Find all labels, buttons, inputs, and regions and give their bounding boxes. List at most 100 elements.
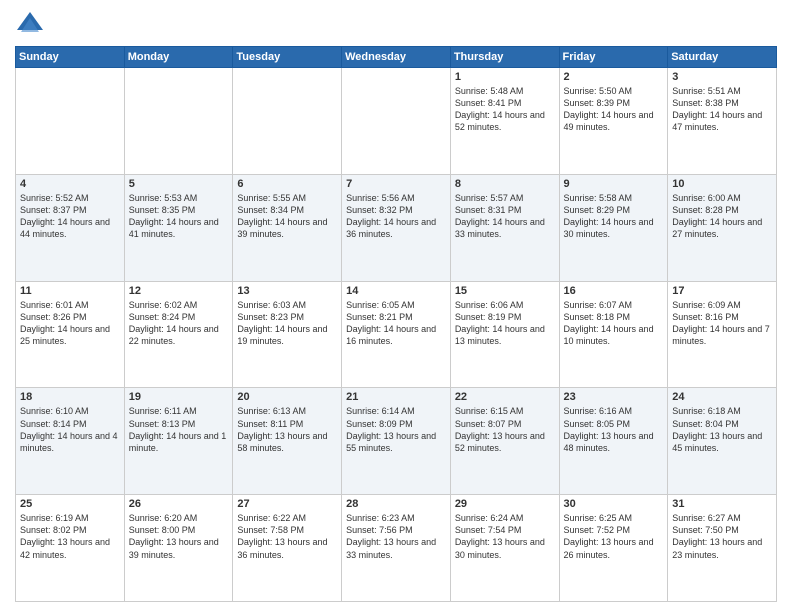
day-number: 12 xyxy=(129,285,229,297)
day-cell: 13 Sunrise: 6:03 AM Sunset: 8:23 PM Dayli… xyxy=(233,281,342,388)
day-number: 5 xyxy=(129,178,229,190)
day-number: 30 xyxy=(564,498,664,510)
week-row-4: 25 Sunrise: 6:19 AM Sunset: 8:02 PM Dayli… xyxy=(16,495,777,602)
day-info: Sunrise: 6:00 AM Sunset: 8:28 PM Dayligh… xyxy=(672,192,772,241)
day-number: 11 xyxy=(20,285,120,297)
day-info: Sunrise: 6:01 AM Sunset: 8:26 PM Dayligh… xyxy=(20,299,120,348)
day-cell: 29 Sunrise: 6:24 AM Sunset: 7:54 PM Dayli… xyxy=(450,495,559,602)
week-row-3: 18 Sunrise: 6:10 AM Sunset: 8:14 PM Dayli… xyxy=(16,388,777,495)
day-info: Sunrise: 6:02 AM Sunset: 8:24 PM Dayligh… xyxy=(129,299,229,348)
day-cell: 28 Sunrise: 6:23 AM Sunset: 7:56 PM Dayli… xyxy=(342,495,451,602)
weekday-sunday: Sunday xyxy=(16,47,125,68)
day-cell: 14 Sunrise: 6:05 AM Sunset: 8:21 PM Dayli… xyxy=(342,281,451,388)
day-number: 4 xyxy=(20,178,120,190)
day-cell: 5 Sunrise: 5:53 AM Sunset: 8:35 PM Daylig… xyxy=(124,174,233,281)
calendar-table: SundayMondayTuesdayWednesdayThursdayFrid… xyxy=(15,46,777,602)
day-cell: 12 Sunrise: 6:02 AM Sunset: 8:24 PM Dayli… xyxy=(124,281,233,388)
day-cell: 9 Sunrise: 5:58 AM Sunset: 8:29 PM Daylig… xyxy=(559,174,668,281)
day-number: 7 xyxy=(346,178,446,190)
day-number: 16 xyxy=(564,285,664,297)
day-cell: 23Sunrise: 6:16 AM Sunset: 8:05 PM Dayli… xyxy=(559,388,668,495)
weekday-friday: Friday xyxy=(559,47,668,68)
day-number: 21 xyxy=(346,391,446,403)
weekday-saturday: Saturday xyxy=(668,47,777,68)
weekday-tuesday: Tuesday xyxy=(233,47,342,68)
day-cell: 2 Sunrise: 5:50 AM Sunset: 8:39 PM Daylig… xyxy=(559,68,668,175)
day-info: Sunrise: 6:03 AM Sunset: 8:23 PM Dayligh… xyxy=(237,299,337,348)
day-info: Sunrise: 6:09 AM Sunset: 8:16 PM Dayligh… xyxy=(672,299,772,348)
day-number: 14 xyxy=(346,285,446,297)
day-cell: 8Sunrise: 5:57 AM Sunset: 8:31 PM Daylig… xyxy=(450,174,559,281)
day-cell: 30 Sunrise: 6:25 AM Sunset: 7:52 PM Dayli… xyxy=(559,495,668,602)
day-cell: 19Sunrise: 6:11 AM Sunset: 8:13 PM Dayli… xyxy=(124,388,233,495)
day-number: 17 xyxy=(672,285,772,297)
logo-icon xyxy=(15,10,45,38)
day-info: Sunrise: 6:13 AM Sunset: 8:11 PM Dayligh… xyxy=(237,405,337,454)
day-info: Sunrise: 6:18 AM Sunset: 8:04 PM Dayligh… xyxy=(672,405,772,454)
day-info: Sunrise: 6:19 AM Sunset: 8:02 PM Dayligh… xyxy=(20,512,120,561)
week-row-0: 1Sunrise: 5:48 AM Sunset: 8:41 PM Daylig… xyxy=(16,68,777,175)
week-row-2: 11 Sunrise: 6:01 AM Sunset: 8:26 PM Dayli… xyxy=(16,281,777,388)
day-number: 22 xyxy=(455,391,555,403)
day-cell: 26 Sunrise: 6:20 AM Sunset: 8:00 PM Dayli… xyxy=(124,495,233,602)
day-cell xyxy=(124,68,233,175)
day-number: 31 xyxy=(672,498,772,510)
day-cell: 6 Sunrise: 5:55 AM Sunset: 8:34 PM Daylig… xyxy=(233,174,342,281)
day-cell: 3Sunrise: 5:51 AM Sunset: 8:38 PM Daylig… xyxy=(668,68,777,175)
day-info: Sunrise: 5:53 AM Sunset: 8:35 PM Dayligh… xyxy=(129,192,229,241)
day-cell: 22 Sunrise: 6:15 AM Sunset: 8:07 PM Dayli… xyxy=(450,388,559,495)
day-cell: 10Sunrise: 6:00 AM Sunset: 8:28 PM Dayli… xyxy=(668,174,777,281)
day-cell: 17 Sunrise: 6:09 AM Sunset: 8:16 PM Dayli… xyxy=(668,281,777,388)
day-info: Sunrise: 6:15 AM Sunset: 8:07 PM Dayligh… xyxy=(455,405,555,454)
week-row-1: 4 Sunrise: 5:52 AM Sunset: 8:37 PM Daylig… xyxy=(16,174,777,281)
day-cell: 7 Sunrise: 5:56 AM Sunset: 8:32 PM Daylig… xyxy=(342,174,451,281)
day-number: 29 xyxy=(455,498,555,510)
weekday-monday: Monday xyxy=(124,47,233,68)
day-number: 23 xyxy=(564,391,664,403)
logo xyxy=(15,10,49,38)
day-info: Sunrise: 5:51 AM Sunset: 8:38 PM Dayligh… xyxy=(672,85,772,134)
day-info: Sunrise: 6:25 AM Sunset: 7:52 PM Dayligh… xyxy=(564,512,664,561)
day-info: Sunrise: 6:22 AM Sunset: 7:58 PM Dayligh… xyxy=(237,512,337,561)
day-info: Sunrise: 6:07 AM Sunset: 8:18 PM Dayligh… xyxy=(564,299,664,348)
day-cell: 21 Sunrise: 6:14 AM Sunset: 8:09 PM Dayli… xyxy=(342,388,451,495)
day-info: Sunrise: 5:50 AM Sunset: 8:39 PM Dayligh… xyxy=(564,85,664,134)
day-number: 9 xyxy=(564,178,664,190)
day-cell xyxy=(342,68,451,175)
day-cell: 27 Sunrise: 6:22 AM Sunset: 7:58 PM Dayli… xyxy=(233,495,342,602)
day-number: 1 xyxy=(455,71,555,83)
day-number: 27 xyxy=(237,498,337,510)
day-info: Sunrise: 6:24 AM Sunset: 7:54 PM Dayligh… xyxy=(455,512,555,561)
day-number: 26 xyxy=(129,498,229,510)
day-cell: 11 Sunrise: 6:01 AM Sunset: 8:26 PM Dayli… xyxy=(16,281,125,388)
day-info: Sunrise: 6:23 AM Sunset: 7:56 PM Dayligh… xyxy=(346,512,446,561)
day-cell: 25 Sunrise: 6:19 AM Sunset: 8:02 PM Dayli… xyxy=(16,495,125,602)
day-cell: 18 Sunrise: 6:10 AM Sunset: 8:14 PM Dayli… xyxy=(16,388,125,495)
day-info: Sunrise: 5:52 AM Sunset: 8:37 PM Dayligh… xyxy=(20,192,120,241)
day-number: 18 xyxy=(20,391,120,403)
day-info: Sunrise: 5:56 AM Sunset: 8:32 PM Dayligh… xyxy=(346,192,446,241)
day-info: Sunrise: 5:58 AM Sunset: 8:29 PM Dayligh… xyxy=(564,192,664,241)
day-cell: 15Sunrise: 6:06 AM Sunset: 8:19 PM Dayli… xyxy=(450,281,559,388)
day-info: Sunrise: 6:14 AM Sunset: 8:09 PM Dayligh… xyxy=(346,405,446,454)
day-cell: 16 Sunrise: 6:07 AM Sunset: 8:18 PM Dayli… xyxy=(559,281,668,388)
day-cell xyxy=(16,68,125,175)
day-info: Sunrise: 6:11 AM Sunset: 8:13 PM Dayligh… xyxy=(129,405,229,454)
day-info: Sunrise: 5:55 AM Sunset: 8:34 PM Dayligh… xyxy=(237,192,337,241)
day-cell: 20Sunrise: 6:13 AM Sunset: 8:11 PM Dayli… xyxy=(233,388,342,495)
day-number: 2 xyxy=(564,71,664,83)
day-cell: 24Sunrise: 6:18 AM Sunset: 8:04 PM Dayli… xyxy=(668,388,777,495)
day-number: 13 xyxy=(237,285,337,297)
day-number: 28 xyxy=(346,498,446,510)
day-cell: 4 Sunrise: 5:52 AM Sunset: 8:37 PM Daylig… xyxy=(16,174,125,281)
weekday-thursday: Thursday xyxy=(450,47,559,68)
day-number: 25 xyxy=(20,498,120,510)
weekday-header-row: SundayMondayTuesdayWednesdayThursdayFrid… xyxy=(16,47,777,68)
day-info: Sunrise: 6:20 AM Sunset: 8:00 PM Dayligh… xyxy=(129,512,229,561)
day-number: 6 xyxy=(237,178,337,190)
weekday-wednesday: Wednesday xyxy=(342,47,451,68)
day-info: Sunrise: 6:05 AM Sunset: 8:21 PM Dayligh… xyxy=(346,299,446,348)
day-number: 15 xyxy=(455,285,555,297)
day-cell: 31Sunrise: 6:27 AM Sunset: 7:50 PM Dayli… xyxy=(668,495,777,602)
day-info: Sunrise: 6:10 AM Sunset: 8:14 PM Dayligh… xyxy=(20,405,120,454)
